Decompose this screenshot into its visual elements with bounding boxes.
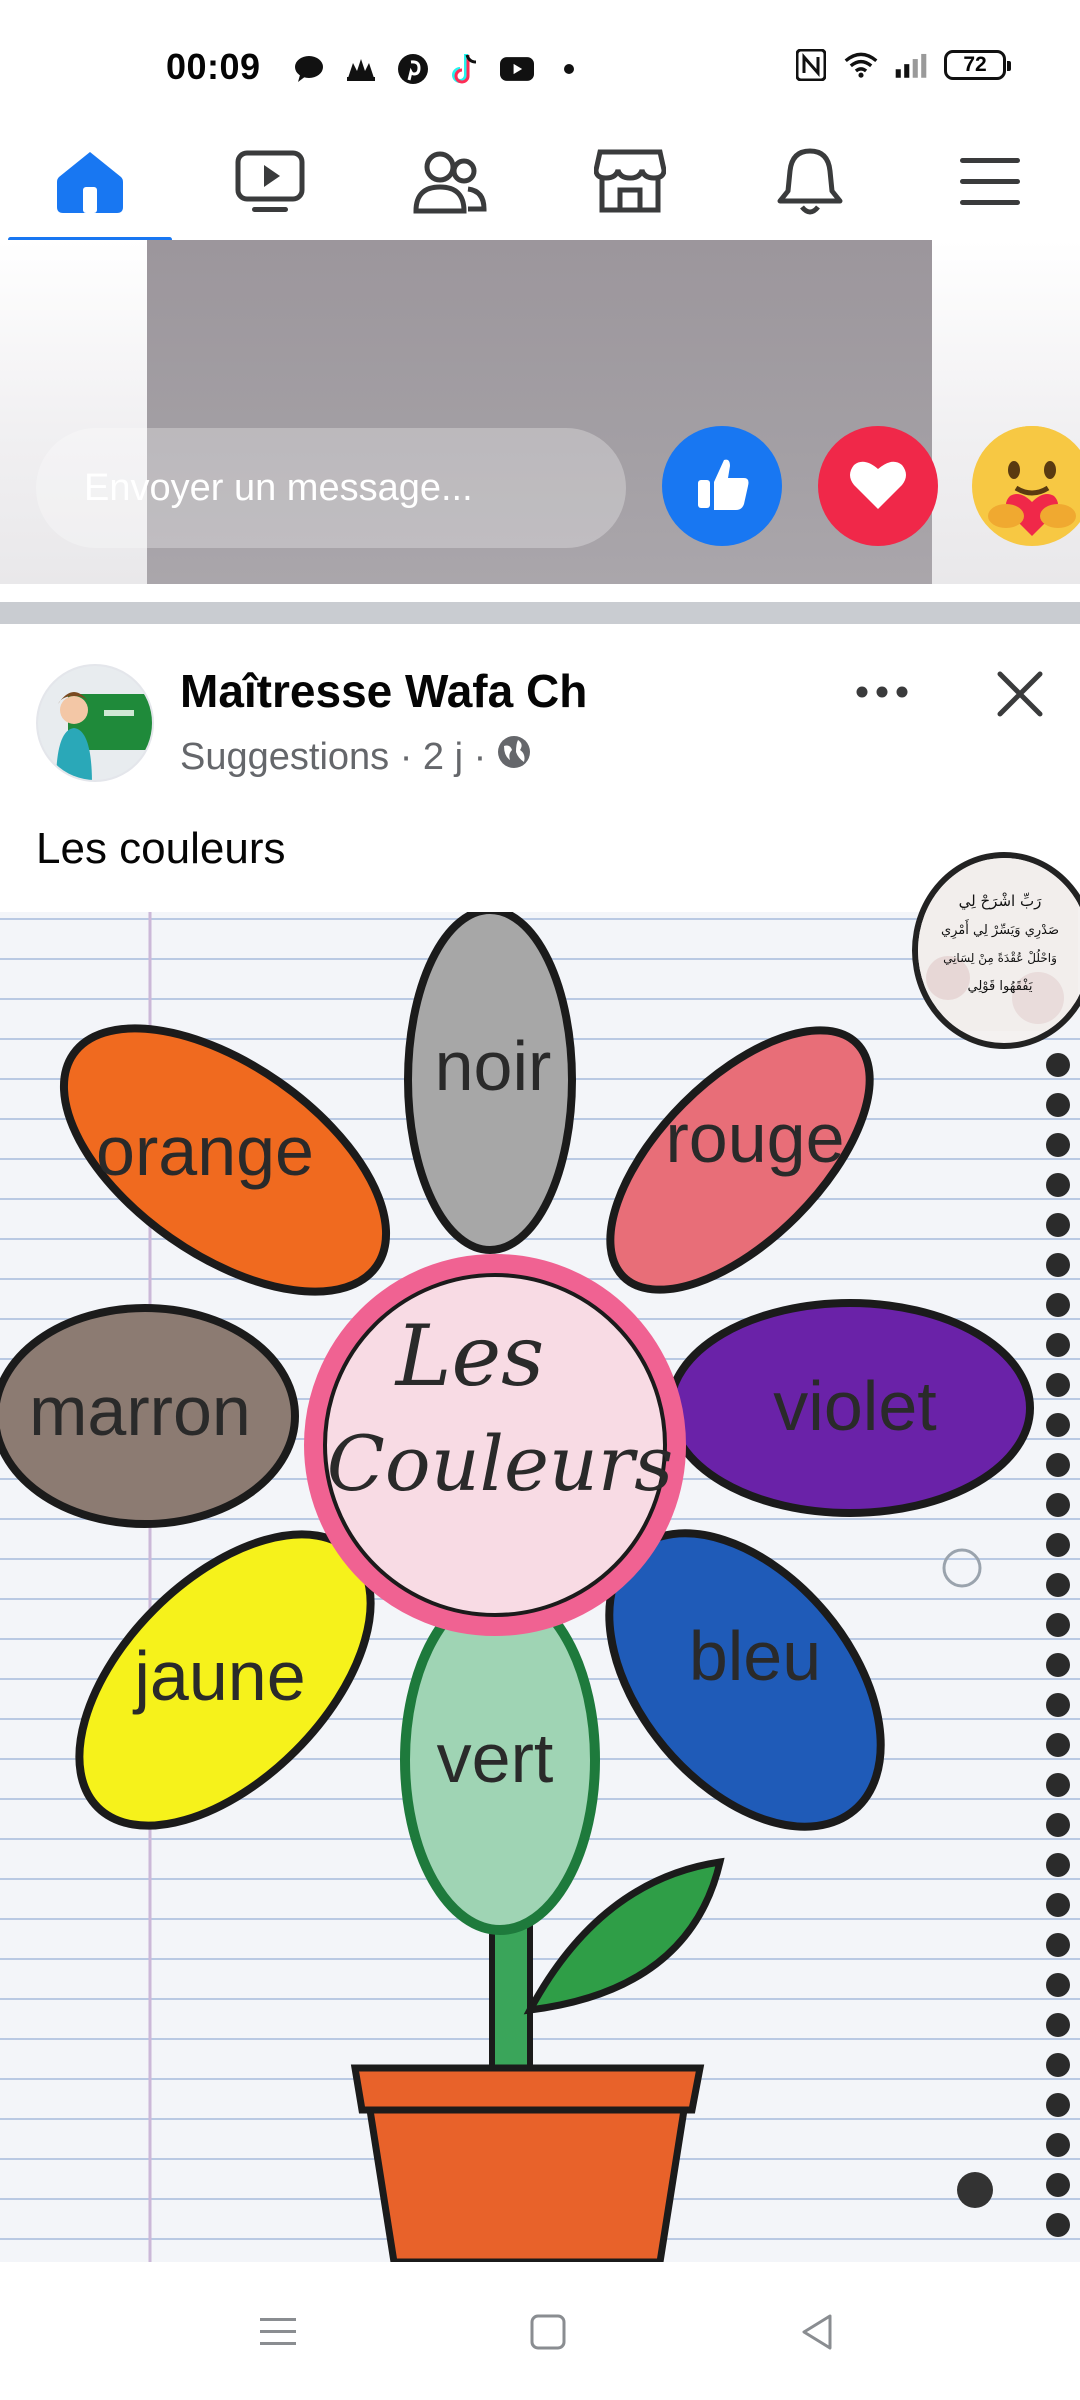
care-icon bbox=[972, 424, 1080, 549]
system-navigation-bar bbox=[0, 2262, 1080, 2400]
tab-video[interactable] bbox=[180, 128, 360, 240]
signal-icon bbox=[894, 48, 928, 82]
care-reaction-button[interactable] bbox=[972, 424, 1080, 549]
tiktok-icon bbox=[448, 52, 482, 86]
youtube-icon bbox=[500, 52, 534, 86]
dot-icon bbox=[552, 52, 586, 86]
tab-notifications[interactable] bbox=[720, 128, 900, 240]
petal-label-noir: noir bbox=[435, 1027, 552, 1105]
story-reply-bar: Envoyer un message... bbox=[0, 240, 1080, 584]
post-image[interactable]: noir rouge orange violet marron bleu jau… bbox=[0, 912, 1080, 2262]
recents-icon bbox=[258, 2315, 298, 2354]
marketplace-icon bbox=[593, 148, 667, 221]
petal-label-orange: orange bbox=[96, 1112, 314, 1190]
system-icons: 72 bbox=[794, 48, 1011, 82]
home-icon bbox=[55, 149, 125, 220]
message-placeholder: Envoyer un message... bbox=[84, 466, 473, 509]
tab-marketplace[interactable] bbox=[540, 128, 720, 240]
notification-icons bbox=[292, 52, 586, 86]
recents-button[interactable] bbox=[248, 2304, 308, 2364]
more-options-button[interactable] bbox=[852, 679, 912, 709]
game-icon bbox=[344, 52, 378, 86]
status-bar: 00:09 72 bbox=[0, 0, 1080, 128]
center-label-line2: Couleurs bbox=[327, 1419, 673, 1508]
petal-label-jaune: jaune bbox=[132, 1637, 305, 1715]
post-author[interactable]: Maîtresse Wafa Ch bbox=[180, 664, 587, 718]
love-reaction-button[interactable] bbox=[818, 426, 938, 546]
more-icon bbox=[856, 685, 908, 703]
love-icon bbox=[846, 455, 910, 518]
dua-line-4: يَفْقَهُوا قَوْلِي bbox=[968, 978, 1034, 994]
dua-line-3: وَاحْلُلْ عُقْدَةً مِنْ لِسَانِي bbox=[943, 948, 1057, 966]
post-meta: Suggestions · 2 j · bbox=[180, 734, 532, 780]
like-icon bbox=[690, 452, 754, 521]
flower-pot bbox=[350, 2064, 705, 2114]
like-reaction-button[interactable] bbox=[662, 426, 782, 546]
post-caption: Les couleurs bbox=[36, 824, 286, 873]
top-navigation bbox=[0, 128, 1080, 242]
friends-icon bbox=[412, 149, 488, 220]
tab-home[interactable] bbox=[0, 128, 180, 242]
home-system-button[interactable] bbox=[518, 2304, 578, 2364]
petal-label-violet: violet bbox=[773, 1367, 936, 1445]
tab-friends[interactable] bbox=[360, 128, 540, 240]
center-label-line1: Les bbox=[394, 1307, 545, 1405]
globe-icon bbox=[496, 734, 532, 780]
video-icon bbox=[234, 149, 306, 220]
status-time: 00:09 bbox=[166, 46, 261, 87]
petal-label-marron: marron bbox=[29, 1372, 251, 1450]
petal-label-bleu: bleu bbox=[689, 1617, 821, 1695]
messages-icon bbox=[292, 52, 326, 86]
tab-menu[interactable] bbox=[900, 128, 1080, 240]
dua-line-1: رَبِّ اشْرَحْ لِي bbox=[959, 892, 1042, 911]
hide-post-button[interactable] bbox=[990, 664, 1050, 724]
feed-separator bbox=[0, 584, 1080, 624]
petal-label-vert: vert bbox=[437, 1719, 554, 1797]
notifications-icon bbox=[776, 147, 844, 222]
back-button[interactable] bbox=[788, 2304, 848, 2364]
pinterest-icon bbox=[396, 52, 430, 86]
battery-indicator: 72 bbox=[944, 50, 1011, 80]
nfc-icon bbox=[794, 48, 828, 82]
message-input[interactable]: Envoyer un message... bbox=[36, 428, 626, 548]
back-icon bbox=[798, 2312, 838, 2357]
avatar[interactable] bbox=[36, 664, 154, 782]
close-icon bbox=[990, 671, 1050, 728]
post-meta-text: Suggestions · 2 j · bbox=[180, 735, 487, 778]
menu-icon bbox=[958, 154, 1022, 215]
home-square-icon bbox=[528, 2312, 568, 2357]
wifi-icon bbox=[844, 48, 878, 82]
petal-label-rouge: rouge bbox=[665, 1099, 844, 1177]
